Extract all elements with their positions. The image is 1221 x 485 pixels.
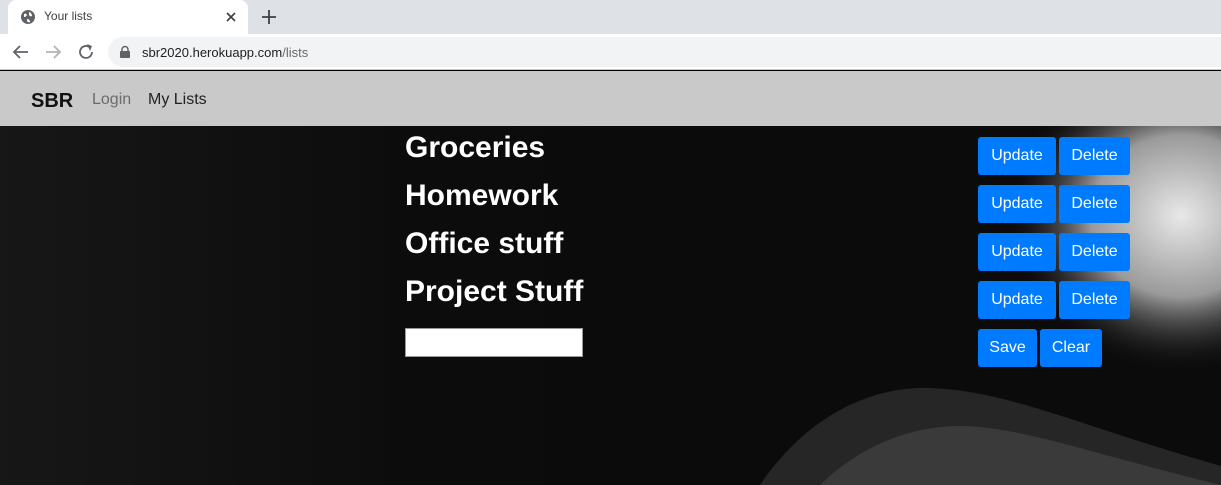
tab-title: Your lists bbox=[44, 9, 93, 23]
arrow-left-icon[interactable] bbox=[10, 41, 32, 63]
update-button[interactable]: Update bbox=[978, 185, 1056, 223]
browser-toolbar: sbr2020.herokuapp.com/lists bbox=[0, 34, 1221, 70]
delete-button[interactable]: Delete bbox=[1059, 185, 1130, 223]
url-path: /lists bbox=[282, 45, 309, 60]
brand-link[interactable]: SBR bbox=[31, 90, 73, 113]
reload-icon[interactable] bbox=[75, 41, 97, 63]
site-navbar: SBR Login My Lists bbox=[0, 71, 1221, 126]
new-list-input[interactable] bbox=[405, 328, 583, 357]
lists-hero: Groceries Update Delete Homework Update … bbox=[0, 126, 1221, 485]
plus-icon[interactable] bbox=[258, 6, 280, 28]
delete-button[interactable]: Delete bbox=[1059, 137, 1130, 175]
arrow-right-icon[interactable] bbox=[42, 41, 64, 63]
globe-icon bbox=[21, 10, 35, 24]
browser-tabstrip: Your lists bbox=[0, 0, 1221, 34]
close-icon[interactable] bbox=[222, 8, 240, 26]
list-name: Homework bbox=[405, 179, 559, 212]
lock-icon bbox=[120, 45, 130, 58]
update-button[interactable]: Update bbox=[978, 137, 1056, 175]
save-button[interactable]: Save bbox=[978, 329, 1037, 367]
url-text: sbr2020.herokuapp.com/lists bbox=[142, 45, 308, 60]
update-button[interactable]: Update bbox=[978, 233, 1056, 271]
url-host: sbr2020.herokuapp.com bbox=[142, 45, 283, 60]
page: SBR Login My Lists Groceries Update Dele… bbox=[0, 71, 1221, 485]
nav-mylists-link[interactable]: My Lists bbox=[148, 91, 207, 109]
nav-login-link[interactable]: Login bbox=[92, 91, 131, 109]
clear-button[interactable]: Clear bbox=[1040, 329, 1102, 367]
update-button[interactable]: Update bbox=[978, 281, 1056, 319]
list-name: Groceries bbox=[405, 131, 546, 164]
list-name: Office stuff bbox=[405, 227, 564, 260]
delete-button[interactable]: Delete bbox=[1059, 233, 1130, 271]
delete-button[interactable]: Delete bbox=[1059, 281, 1130, 319]
list-name: Project Stuff bbox=[405, 275, 584, 308]
address-bar[interactable]: sbr2020.herokuapp.com/lists bbox=[108, 37, 1221, 67]
browser-tab[interactable]: Your lists bbox=[8, 0, 248, 34]
